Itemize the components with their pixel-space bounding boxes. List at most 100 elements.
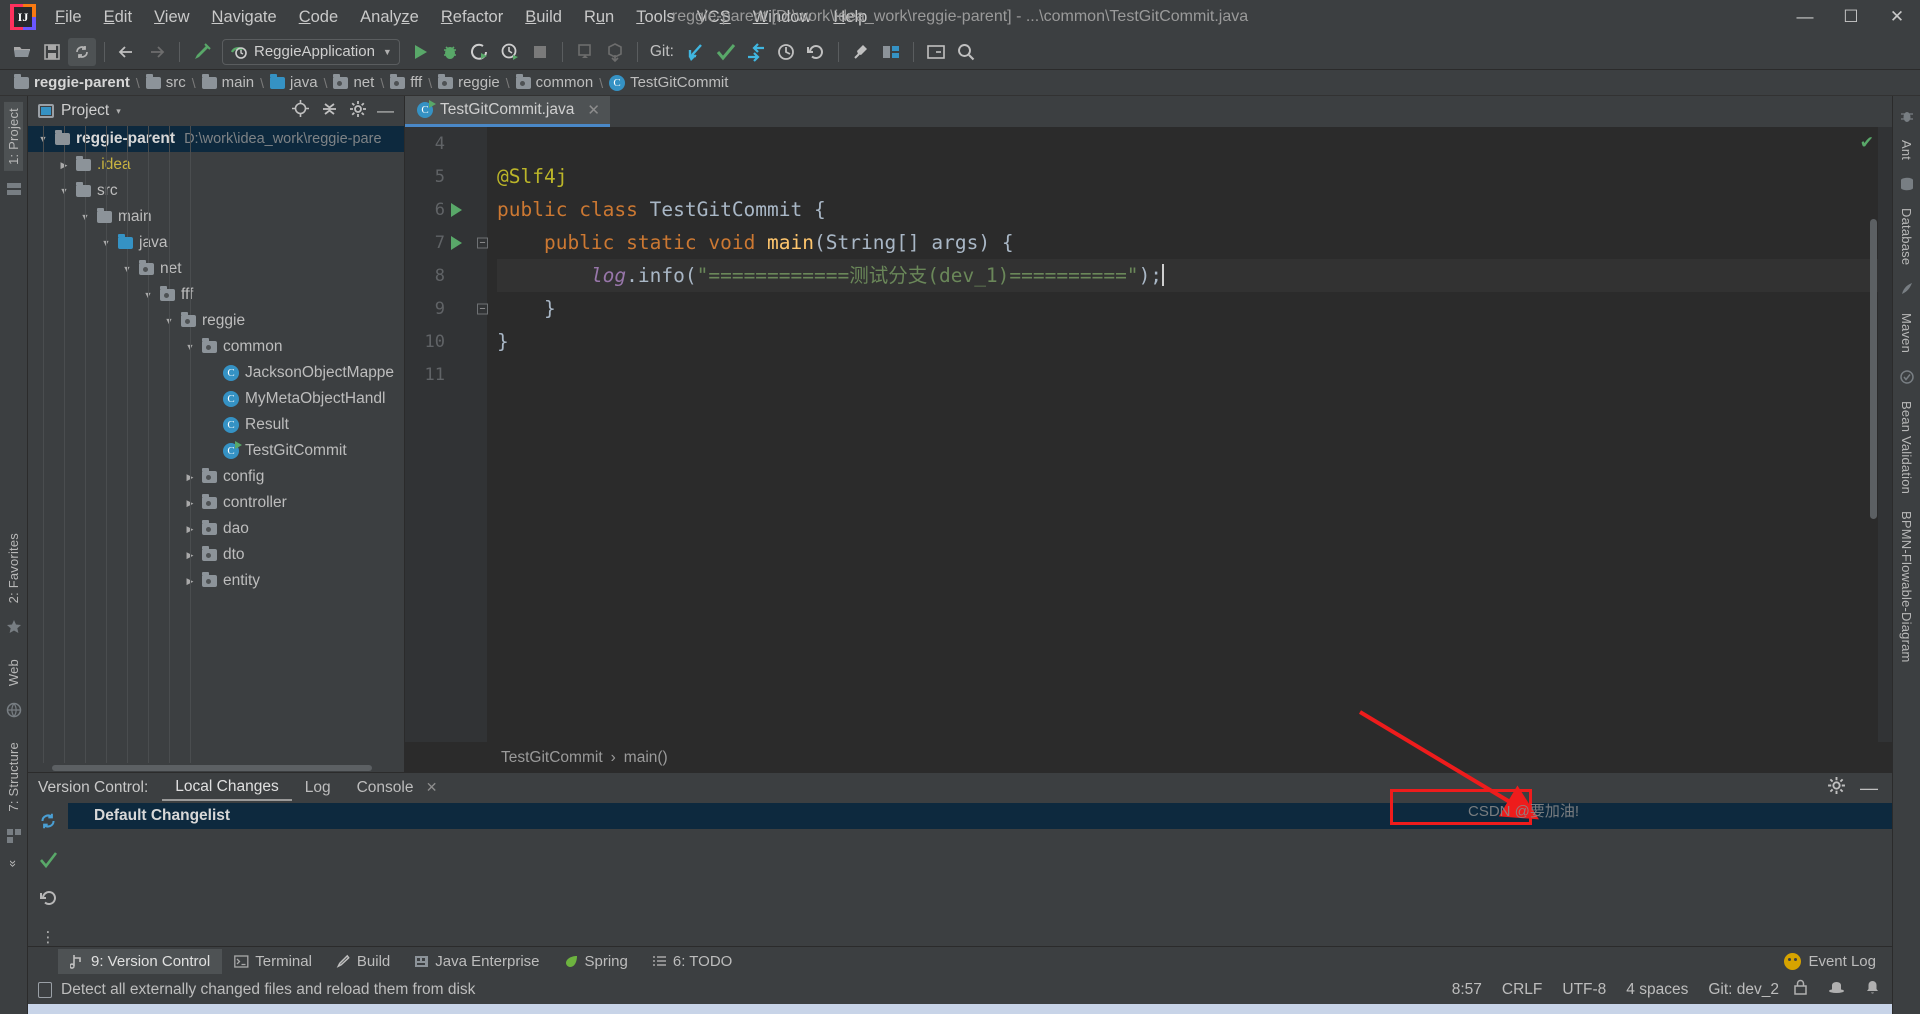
project-structure-dialog-icon[interactable] — [877, 38, 905, 66]
sidebar-item-favorites[interactable]: 2: Favorites — [4, 527, 23, 609]
file-encoding[interactable]: UTF-8 — [1562, 981, 1606, 999]
menu-window[interactable]: Window — [742, 4, 823, 31]
changelist-area[interactable]: Default Changelist — [68, 803, 1892, 946]
chevron-down-icon[interactable]: ▾ — [116, 106, 121, 117]
tab-console[interactable]: Console ✕ — [344, 776, 451, 800]
project-panel-title-group[interactable]: Project ▾ — [38, 102, 121, 120]
tab-local-changes[interactable]: Local Changes — [162, 775, 292, 801]
code-line[interactable] — [497, 127, 1892, 160]
menu-navigate[interactable]: Navigate — [201, 4, 288, 31]
structure-small-icon[interactable] — [6, 181, 22, 197]
database-icon[interactable] — [1899, 176, 1915, 192]
scrollbar-thumb[interactable] — [52, 765, 372, 771]
project-tree-hscrollbar[interactable] — [28, 763, 404, 772]
menu-help[interactable]: Help — [822, 4, 878, 31]
git-commit-icon[interactable] — [712, 38, 740, 66]
sidebar-item-project[interactable]: 1: Project — [4, 102, 23, 171]
menu-tools[interactable]: Tools — [625, 4, 686, 31]
menu-analyze[interactable]: Analyze — [349, 4, 430, 31]
code-line[interactable]: public static void main(String[] args) { — [497, 226, 1892, 259]
sidebar-item-maven[interactable]: Maven — [1897, 307, 1916, 359]
chevron-down-icon[interactable]: ▼ — [383, 47, 392, 57]
sidebar-item-bpmn-flowable-diagram[interactable]: BPMN-Flowable-Diagram — [1897, 505, 1916, 669]
bottom-tab-version-control[interactable]: 9: Version Control — [58, 949, 223, 974]
changelist-row[interactable]: Default Changelist — [68, 803, 1892, 829]
code-line[interactable]: log.info("============测试分支(dev_1)=======… — [497, 259, 1892, 292]
close-icon[interactable]: ✕ — [587, 101, 600, 119]
settings-gear-toolbar-icon[interactable] — [847, 38, 875, 66]
gutter-line[interactable]: 11 — [405, 358, 487, 391]
editor-gutter[interactable]: 4 5 6 7− 8 9− 10 11 — [405, 127, 488, 742]
project-tree[interactable]: ▼reggie-parentD:\work\idea_work\reggie-p… — [28, 126, 404, 763]
menu-vcs[interactable]: VCS — [686, 4, 742, 31]
bottom-tab-build[interactable]: Build — [324, 949, 402, 974]
sidebar-item-bean-validation[interactable]: Bean Validation — [1897, 395, 1916, 500]
git-revert-icon[interactable] — [802, 38, 830, 66]
menu-refactor[interactable]: Refactor — [430, 4, 514, 31]
gutter-line[interactable]: 6 — [405, 193, 487, 226]
menu-file[interactable]: FFileile — [44, 4, 93, 31]
breadcrumb-item-common[interactable]: common — [512, 73, 598, 91]
git-push-icon[interactable] — [742, 38, 770, 66]
breadcrumb-item-net[interactable]: net — [329, 73, 378, 91]
code-line[interactable]: } — [497, 292, 1892, 325]
bottom-tab-terminal[interactable]: Terminal — [222, 949, 324, 974]
editor-tab-testgitcommit[interactable]: C TestGitCommit.java ✕ — [405, 96, 610, 127]
indent-setting[interactable]: 4 spaces — [1626, 981, 1688, 999]
bottom-tab-java-enterprise[interactable]: Java Enterprise — [402, 949, 551, 974]
run-configuration-selector[interactable]: ReggieApplication ▼ — [222, 38, 400, 65]
maven-icon[interactable] — [1899, 281, 1915, 297]
open-folder-icon[interactable] — [8, 38, 36, 66]
breadcrumb-item-fff[interactable]: fff — [386, 73, 426, 91]
code-content[interactable]: @Slf4j public class TestGitCommit { publi… — [487, 127, 1892, 742]
refresh-icon[interactable] — [38, 811, 58, 836]
sidebar-item-more[interactable]: » — [4, 854, 23, 873]
code-line[interactable] — [497, 358, 1892, 391]
gear-icon[interactable] — [349, 100, 367, 123]
sidebar-item-ant[interactable]: Ant — [1897, 134, 1916, 166]
run-gutter-icon[interactable] — [451, 202, 462, 217]
web-globe-icon[interactable] — [6, 702, 22, 718]
debug-icon[interactable] — [436, 38, 464, 66]
hide-panel-icon[interactable]: — — [377, 102, 394, 119]
close-button[interactable]: ✕ — [1874, 0, 1920, 34]
bean-validation-icon[interactable] — [1899, 369, 1915, 385]
sidebar-item-web[interactable]: Web — [4, 653, 23, 692]
menu-code[interactable]: Code — [288, 4, 349, 31]
read-only-lock-icon[interactable] — [1793, 979, 1808, 1001]
collapse-all-icon[interactable] — [320, 99, 339, 123]
breadcrumb-item-java[interactable]: java — [266, 73, 322, 91]
run-icon[interactable] — [406, 38, 434, 66]
notification-icon[interactable] — [1865, 979, 1880, 1001]
terminal-toolbar-icon[interactable] — [922, 38, 950, 66]
gutter-line[interactable]: 9− — [405, 292, 488, 325]
gutter-line[interactable]: 4 — [405, 127, 487, 160]
hide-panel-icon[interactable]: — — [1860, 779, 1878, 797]
structure-grid-icon[interactable] — [6, 828, 22, 844]
caret-position[interactable]: 8:57 — [1452, 981, 1482, 999]
close-icon[interactable]: ✕ — [426, 779, 438, 795]
sidebar-item-database[interactable]: Database — [1897, 202, 1916, 271]
code-line[interactable]: } — [497, 325, 1892, 358]
gutter-line[interactable]: 8 — [405, 259, 487, 292]
run-gutter-icon[interactable] — [451, 235, 462, 250]
minimize-button[interactable]: — — [1782, 0, 1828, 34]
run-with-coverage-icon[interactable] — [466, 38, 494, 66]
inspector-hat-icon[interactable] — [1828, 979, 1845, 1001]
gear-icon[interactable] — [1827, 776, 1846, 800]
save-icon[interactable] — [38, 38, 66, 66]
editor-vscrollbar-thumb[interactable] — [1870, 219, 1877, 519]
code-line[interactable]: @Slf4j — [497, 160, 1892, 193]
favorites-star-icon[interactable] — [6, 619, 22, 635]
gutter-line[interactable]: 10 — [405, 325, 487, 358]
bottom-tab-spring[interactable]: Spring — [552, 949, 640, 974]
gutter-line[interactable]: 7− — [405, 226, 488, 259]
sidebar-item-structure[interactable]: 7: Structure — [4, 736, 23, 818]
editor-marker-bar[interactable] — [1878, 127, 1892, 742]
locate-target-icon[interactable] — [291, 99, 310, 123]
breadcrumb-item-main[interactable]: main — [198, 73, 259, 91]
ant-build-icon[interactable] — [1899, 108, 1915, 124]
more-actions-icon[interactable]: ⋮ — [41, 928, 56, 946]
inspection-status-icon[interactable]: ✔ — [1860, 133, 1874, 153]
tab-log[interactable]: Log — [292, 776, 344, 800]
